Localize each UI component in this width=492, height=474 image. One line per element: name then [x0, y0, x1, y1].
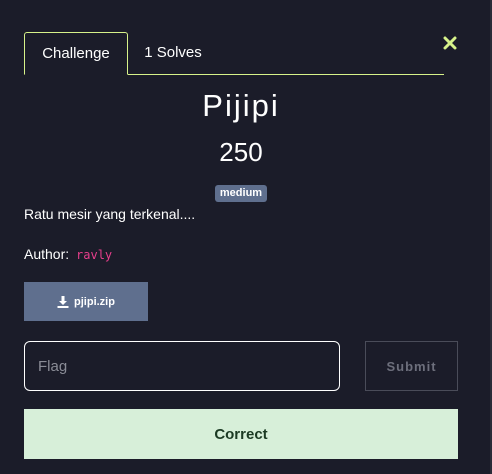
challenge-points: 250 [219, 137, 263, 167]
challenge-description: Ratu mesir yang terkenal.... [24, 206, 196, 222]
download-file-button[interactable]: pjipi.zip [24, 282, 148, 321]
download-icon [57, 295, 69, 308]
difficulty-wrapper: medium [0, 183, 482, 202]
close-icon-glyph [443, 36, 457, 50]
challenge-title: Pijipi [202, 88, 280, 123]
author-name: ravly [76, 248, 113, 262]
submit-button[interactable]: Submit [365, 341, 458, 391]
flag-input[interactable] [24, 341, 340, 391]
challenge-tabs: Challenge 1 Solves [24, 32, 444, 75]
result-message: Correct [24, 409, 458, 459]
tab-challenge[interactable]: Challenge [24, 32, 128, 75]
close-icon[interactable] [442, 36, 458, 52]
author-label: Author: [24, 246, 70, 262]
challenge-modal: Challenge 1 Solves Pijipi 250 medium Rat… [0, 0, 492, 474]
tab-solves[interactable]: 1 Solves [136, 32, 210, 73]
challenge-author: Author: ravly [24, 246, 112, 262]
difficulty-badge: medium [214, 185, 268, 202]
file-name: pjipi.zip [74, 295, 115, 308]
